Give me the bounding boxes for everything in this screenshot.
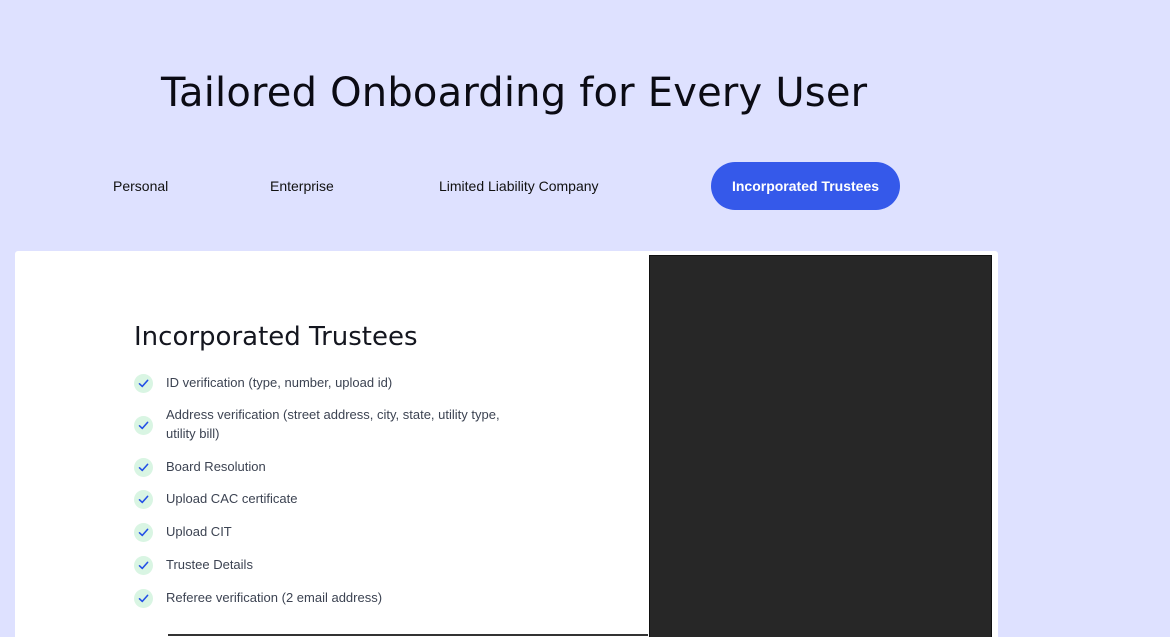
requirement-text: Address verification (street address, ci… (166, 407, 500, 441)
check-icon (134, 490, 153, 509)
check-icon (134, 416, 153, 435)
requirement-text: ID verification (type, number, upload id… (166, 375, 393, 390)
tab-enterprise[interactable]: Enterprise (270, 162, 334, 210)
onboarding-card: Incorporated Trustees ID verification (t… (15, 251, 998, 637)
check-icon (134, 556, 153, 575)
check-icon (134, 374, 153, 393)
tab-personal[interactable]: Personal (113, 162, 168, 210)
video-player[interactable] (649, 255, 992, 637)
user-type-tabs: Personal Enterprise Limited Liability Co… (0, 162, 1170, 210)
requirement-text: Trustee Details (166, 557, 253, 572)
requirement-text: Upload CIT (166, 524, 232, 539)
requirement-text: Board Resolution (166, 459, 266, 474)
section-headline: Tailored Onboarding for Every User (161, 70, 868, 116)
check-icon (134, 523, 153, 542)
card-title: Incorporated Trustees (134, 322, 418, 352)
requirement-text: Upload CAC certificate (166, 491, 298, 506)
check-icon (134, 589, 153, 608)
onboarding-section: Tailored Onboarding for Every User Perso… (0, 0, 1170, 637)
tab-incorporated-trustees[interactable]: Incorporated Trustees (711, 162, 900, 210)
divider (168, 634, 648, 636)
check-icon (134, 458, 153, 477)
tab-limited-liability-company[interactable]: Limited Liability Company (439, 162, 599, 210)
requirement-text: Referee verification (2 email address) (166, 590, 383, 605)
